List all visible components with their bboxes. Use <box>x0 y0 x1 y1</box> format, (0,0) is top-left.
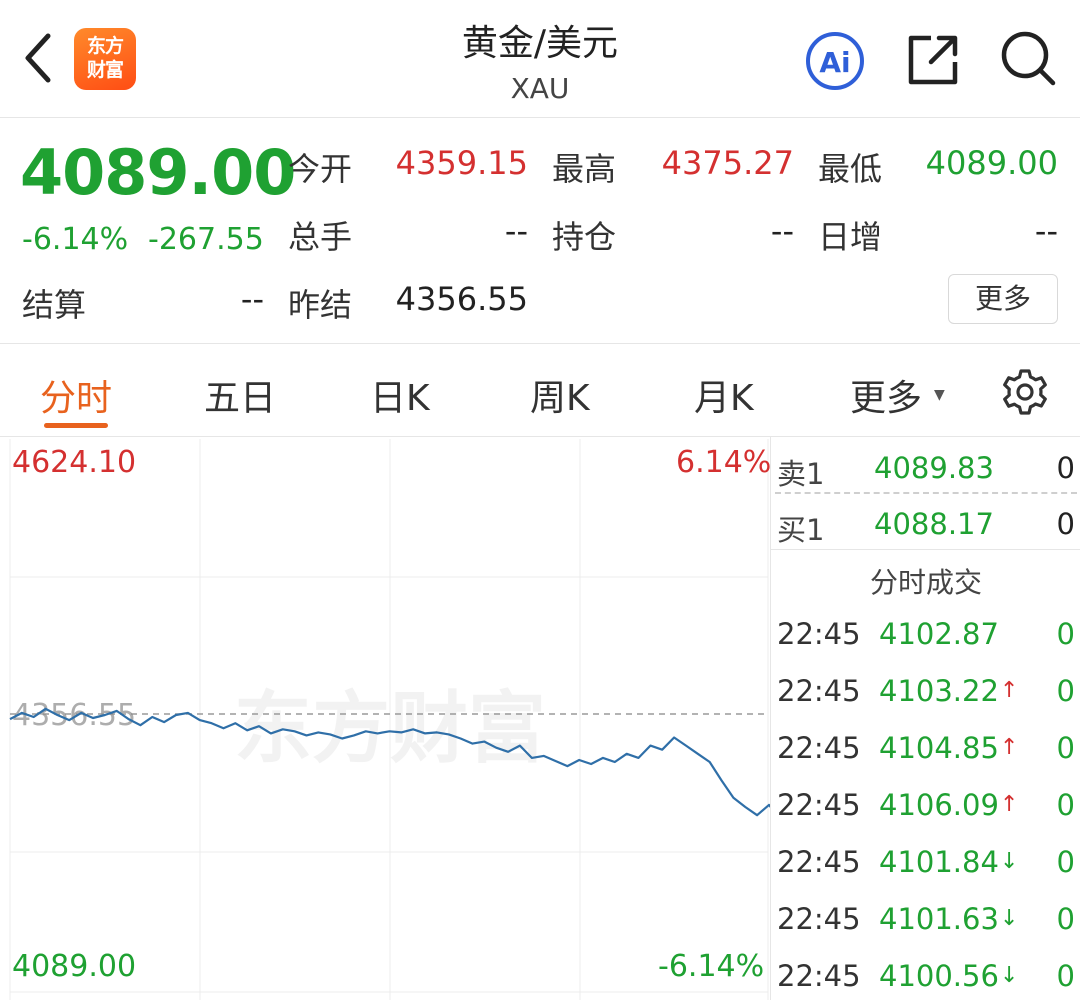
trade-row: 22:45 4101.63↓ 0 <box>771 892 1080 948</box>
arrow-down-icon: ↓ <box>999 849 1019 874</box>
bid-row: 买1 4088.17 0 <box>771 495 1080 551</box>
bid-label: 买1 <box>777 513 825 547</box>
trade-price: 4106.09↑ <box>879 788 1019 822</box>
open-interest-value: -- <box>770 212 794 250</box>
arrow-up-icon: ↑ <box>999 678 1019 703</box>
order-book-divider <box>775 492 1077 494</box>
trade-qty: 0 <box>1056 731 1075 765</box>
trade-time: 22:45 <box>777 731 861 765</box>
tab-daily-k[interactable]: 日K <box>370 369 430 421</box>
bid-price: 4088.17 <box>874 507 994 541</box>
trade-time: 22:45 <box>777 674 861 708</box>
trade-row: 22:45 4101.84↓ 0 <box>771 835 1080 891</box>
trade-price: 4101.63↓ <box>879 902 1019 936</box>
trade-qty: 0 <box>1056 617 1075 651</box>
section-divider <box>771 549 1080 550</box>
tab-five-day[interactable]: 五日 <box>204 369 276 421</box>
trade-price: 4103.22↑ <box>879 674 1019 708</box>
arrow-up-icon: ↑ <box>999 792 1019 817</box>
trade-qty: 0 <box>1056 959 1075 993</box>
trade-price: 4104.85↑ <box>879 731 1019 765</box>
low-label: 最低 <box>818 150 883 188</box>
intraday-chart-svg: 东方财富 4356.55 <box>9 439 1080 1000</box>
last-price: 4089.00 <box>20 136 296 209</box>
daily-increase-value: -- <box>1034 212 1058 250</box>
low-value: 4089.00 <box>925 144 1058 182</box>
search-button[interactable] <box>998 28 1058 88</box>
volume-value: -- <box>504 212 528 250</box>
trade-time: 22:45 <box>777 617 861 651</box>
trade-time: 22:45 <box>777 788 861 822</box>
chart-settings-button[interactable] <box>1000 367 1050 417</box>
quote-panel: 4089.00 -6.14% -267.55 今开 4359.15 最高 437… <box>0 118 1080 344</box>
gear-icon <box>1003 369 1047 415</box>
y-max-label: 4624.10 <box>12 445 137 480</box>
bid-qty: 0 <box>1056 507 1075 541</box>
intraday-chart[interactable]: 东方财富 4356.55 4624.10 6.14% 4089.00 -6.14… <box>0 437 1080 1000</box>
prev-settle-value: 4356.55 <box>395 280 528 318</box>
change-percent: -6.14% <box>22 222 129 257</box>
volume-label: 总手 <box>288 218 353 256</box>
open-value: 4359.15 <box>395 144 528 182</box>
trade-qty: 0 <box>1056 902 1075 936</box>
trade-qty: 0 <box>1056 845 1075 879</box>
ask-row: 卖1 4089.83 0 <box>771 439 1080 495</box>
y-min-pct-label: -6.14% <box>658 949 765 984</box>
ai-button[interactable]: Ai <box>804 32 866 90</box>
ask-qty: 0 <box>1056 451 1075 485</box>
trade-row: 22:45 4100.56↓ 0 <box>771 949 1080 1000</box>
search-icon <box>1001 31 1056 86</box>
open-interest-label: 持仓 <box>552 218 617 256</box>
active-tab-indicator <box>44 423 108 428</box>
share-icon <box>908 35 958 85</box>
change-amount: -267.55 <box>148 222 264 257</box>
trade-price: 4100.56↓ <box>879 959 1019 993</box>
app-header: 东方 财富 黄金/美元 XAU Ai <box>0 0 1080 118</box>
settle-label: 结算 <box>22 286 87 324</box>
chart-tabs: 分时 五日 日K 周K 月K 更多 ▼ <box>0 345 1080 437</box>
arrow-down-icon: ↓ <box>999 963 1019 988</box>
arrow-down-icon: ↓ <box>999 906 1019 931</box>
tab-weekly-k[interactable]: 周K <box>530 369 590 421</box>
caret-down-icon: ▼ <box>934 387 945 403</box>
trade-qty: 0 <box>1056 674 1075 708</box>
settle-value: -- <box>240 280 264 318</box>
y-min-label: 4089.00 <box>12 949 137 984</box>
trade-row: 22:45 4104.85↑ 0 <box>771 721 1080 777</box>
trade-qty: 0 <box>1056 788 1075 822</box>
trade-row: 22:45 4102.87 0 <box>771 607 1080 663</box>
svg-text:Ai: Ai <box>819 46 850 79</box>
trade-price: 4101.84↓ <box>879 845 1019 879</box>
daily-increase-label: 日增 <box>818 218 883 256</box>
tab-monthly-k[interactable]: 月K <box>694 369 754 421</box>
ai-icon: Ai <box>806 32 864 90</box>
trade-time: 22:45 <box>777 845 861 879</box>
share-button[interactable] <box>903 30 963 90</box>
trade-row: 22:45 4106.09↑ 0 <box>771 778 1080 834</box>
order-book-panel: 卖1 4089.83 0 买1 4088.17 0 分时成交 22:45 410… <box>770 437 1080 1000</box>
tab-more[interactable]: 更多 <box>850 369 922 421</box>
trades-title: 分时成交 <box>869 566 982 599</box>
open-label: 今开 <box>288 150 353 188</box>
trade-row: 22:45 4103.22↑ 0 <box>771 664 1080 720</box>
trade-price: 4102.87 <box>879 617 999 651</box>
high-label: 最高 <box>552 150 617 188</box>
trade-time: 22:45 <box>777 959 861 993</box>
high-value: 4375.27 <box>661 144 794 182</box>
ask-price: 4089.83 <box>874 451 994 485</box>
more-quote-button[interactable]: 更多 <box>948 274 1058 324</box>
tab-intraday[interactable]: 分时 <box>40 369 112 421</box>
y-max-pct-label: 6.14% <box>676 445 772 480</box>
ask-label: 卖1 <box>777 457 825 491</box>
arrow-up-icon: ↑ <box>999 735 1019 760</box>
trade-time: 22:45 <box>777 902 861 936</box>
prev-settle-label: 昨结 <box>288 286 353 324</box>
